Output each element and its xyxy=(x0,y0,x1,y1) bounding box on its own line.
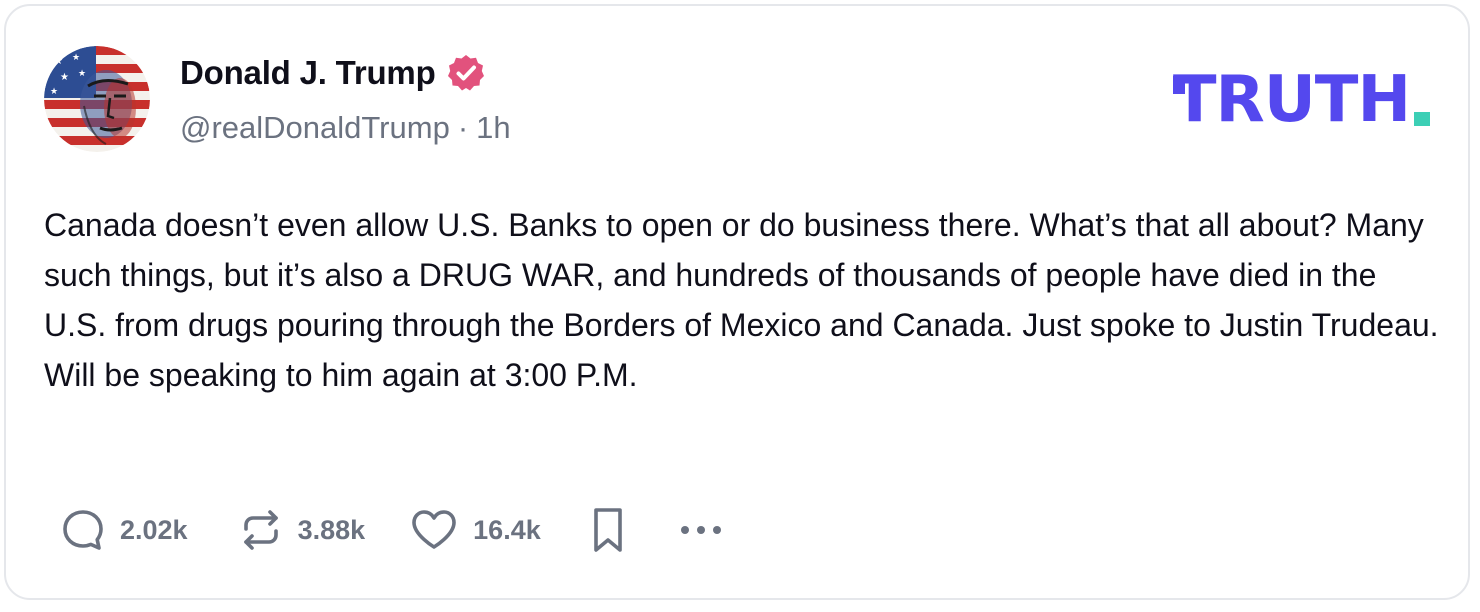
logo-wordmark: TRUTH xyxy=(1172,63,1411,137)
post-card: ★ ★ ★ ★ ★ Donald J. Trump @realDonaldTru… xyxy=(4,4,1470,600)
verified-badge-icon xyxy=(446,53,486,93)
svg-text:★: ★ xyxy=(78,68,86,78)
bookmark-icon xyxy=(593,508,622,552)
more-options-button[interactable] xyxy=(677,520,725,540)
reply-count: 2.02k xyxy=(120,514,188,545)
retruth-icon xyxy=(243,510,278,550)
author-handle-row: @realDonaldTrump · 1h xyxy=(180,110,511,146)
truth-social-logo[interactable]: TRUTH xyxy=(1172,63,1430,137)
svg-text:★: ★ xyxy=(72,52,80,62)
logo-dot xyxy=(1414,112,1430,126)
post-timestamp[interactable]: 1h xyxy=(476,110,510,146)
avatar[interactable]: ★ ★ ★ ★ ★ xyxy=(44,46,150,152)
meta-separator: · xyxy=(457,110,469,145)
author-name-row: Donald J. Trump xyxy=(180,50,486,96)
retruth-count: 3.88k xyxy=(297,514,366,545)
svg-text:★: ★ xyxy=(54,56,63,67)
like-button[interactable]: 16.4k xyxy=(409,507,541,553)
post-actions-bar: 2.02k 3.88k 16.4k xyxy=(60,504,725,556)
logo-tick-mark xyxy=(1172,76,1185,94)
post-body: Canada doesn’t even allow U.S. Banks to … xyxy=(44,207,1439,393)
svg-text:★: ★ xyxy=(50,86,58,96)
author-handle[interactable]: @realDonaldTrump xyxy=(180,110,450,146)
retruth-button[interactable]: 3.88k xyxy=(238,507,366,553)
flag-portrait-avatar-icon: ★ ★ ★ ★ ★ xyxy=(44,46,150,152)
heart-icon xyxy=(412,510,456,549)
svg-text:★: ★ xyxy=(60,72,69,83)
reply-icon xyxy=(63,510,103,550)
more-dots-icon xyxy=(680,526,721,534)
like-count: 16.4k xyxy=(473,514,541,545)
reply-button[interactable]: 2.02k xyxy=(60,507,188,553)
bookmark-button[interactable] xyxy=(589,506,627,554)
author-display-name[interactable]: Donald J. Trump xyxy=(180,54,436,92)
